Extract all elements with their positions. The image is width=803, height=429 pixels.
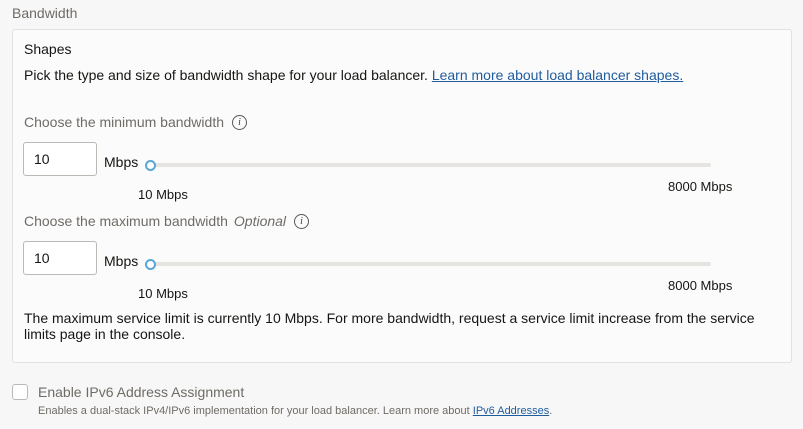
max-bandwidth-unit: Mbps bbox=[104, 253, 139, 269]
max-bandwidth-slider-track[interactable] bbox=[145, 259, 711, 270]
min-bandwidth-slider-min-label: 10 Mbps bbox=[138, 187, 188, 202]
min-bandwidth-label: Choose the minimum bandwidth i bbox=[24, 114, 247, 131]
min-bandwidth-label-text: Choose the minimum bandwidth bbox=[24, 114, 224, 130]
max-bandwidth-slider-thumb[interactable] bbox=[145, 259, 156, 270]
shapes-description: Pick the type and size of bandwidth shap… bbox=[24, 67, 683, 83]
max-bandwidth-slider-min-label: 10 Mbps bbox=[138, 286, 188, 301]
learn-more-shapes-link[interactable]: Learn more about load balancer shapes. bbox=[432, 67, 683, 83]
max-bandwidth-input[interactable] bbox=[23, 241, 97, 275]
bandwidth-panel: Shapes Pick the type and size of bandwid… bbox=[12, 29, 792, 363]
min-bandwidth-input[interactable] bbox=[23, 142, 97, 176]
max-bandwidth-label-text: Choose the maximum bandwidth bbox=[24, 213, 228, 229]
info-icon[interactable]: i bbox=[294, 213, 310, 229]
min-bandwidth-slider-thumb[interactable] bbox=[145, 160, 156, 171]
info-icon[interactable]: i bbox=[232, 114, 247, 130]
service-limit-text: The maximum service limit is currently 1… bbox=[24, 310, 755, 342]
min-bandwidth-unit: Mbps bbox=[104, 154, 139, 170]
optional-tag: Optional bbox=[233, 213, 287, 229]
ipv6-help-text: Enables a dual-stack IPv4/IPv6 implement… bbox=[38, 405, 552, 417]
ipv6-checkbox-label[interactable]: Enable IPv6 Address Assignment bbox=[38, 384, 244, 400]
ipv6-help-text-body: Enables a dual-stack IPv4/IPv6 implement… bbox=[38, 405, 470, 417]
section-title: Bandwidth bbox=[12, 5, 78, 21]
ipv6-addresses-link[interactable]: IPv6 Addresses bbox=[473, 405, 549, 417]
ipv6-checkbox[interactable] bbox=[12, 384, 28, 400]
shapes-title: Shapes bbox=[24, 41, 72, 57]
shapes-description-text: Pick the type and size of bandwidth shap… bbox=[24, 67, 428, 83]
max-bandwidth-label: Choose the maximum bandwidth Optional i bbox=[24, 213, 310, 230]
min-bandwidth-slider-track[interactable] bbox=[145, 160, 711, 171]
max-bandwidth-slider-max-label: 8000 Mbps bbox=[668, 278, 733, 293]
min-bandwidth-slider-max-label: 8000 Mbps bbox=[668, 179, 733, 194]
ipv6-help-suffix: . bbox=[549, 405, 553, 417]
